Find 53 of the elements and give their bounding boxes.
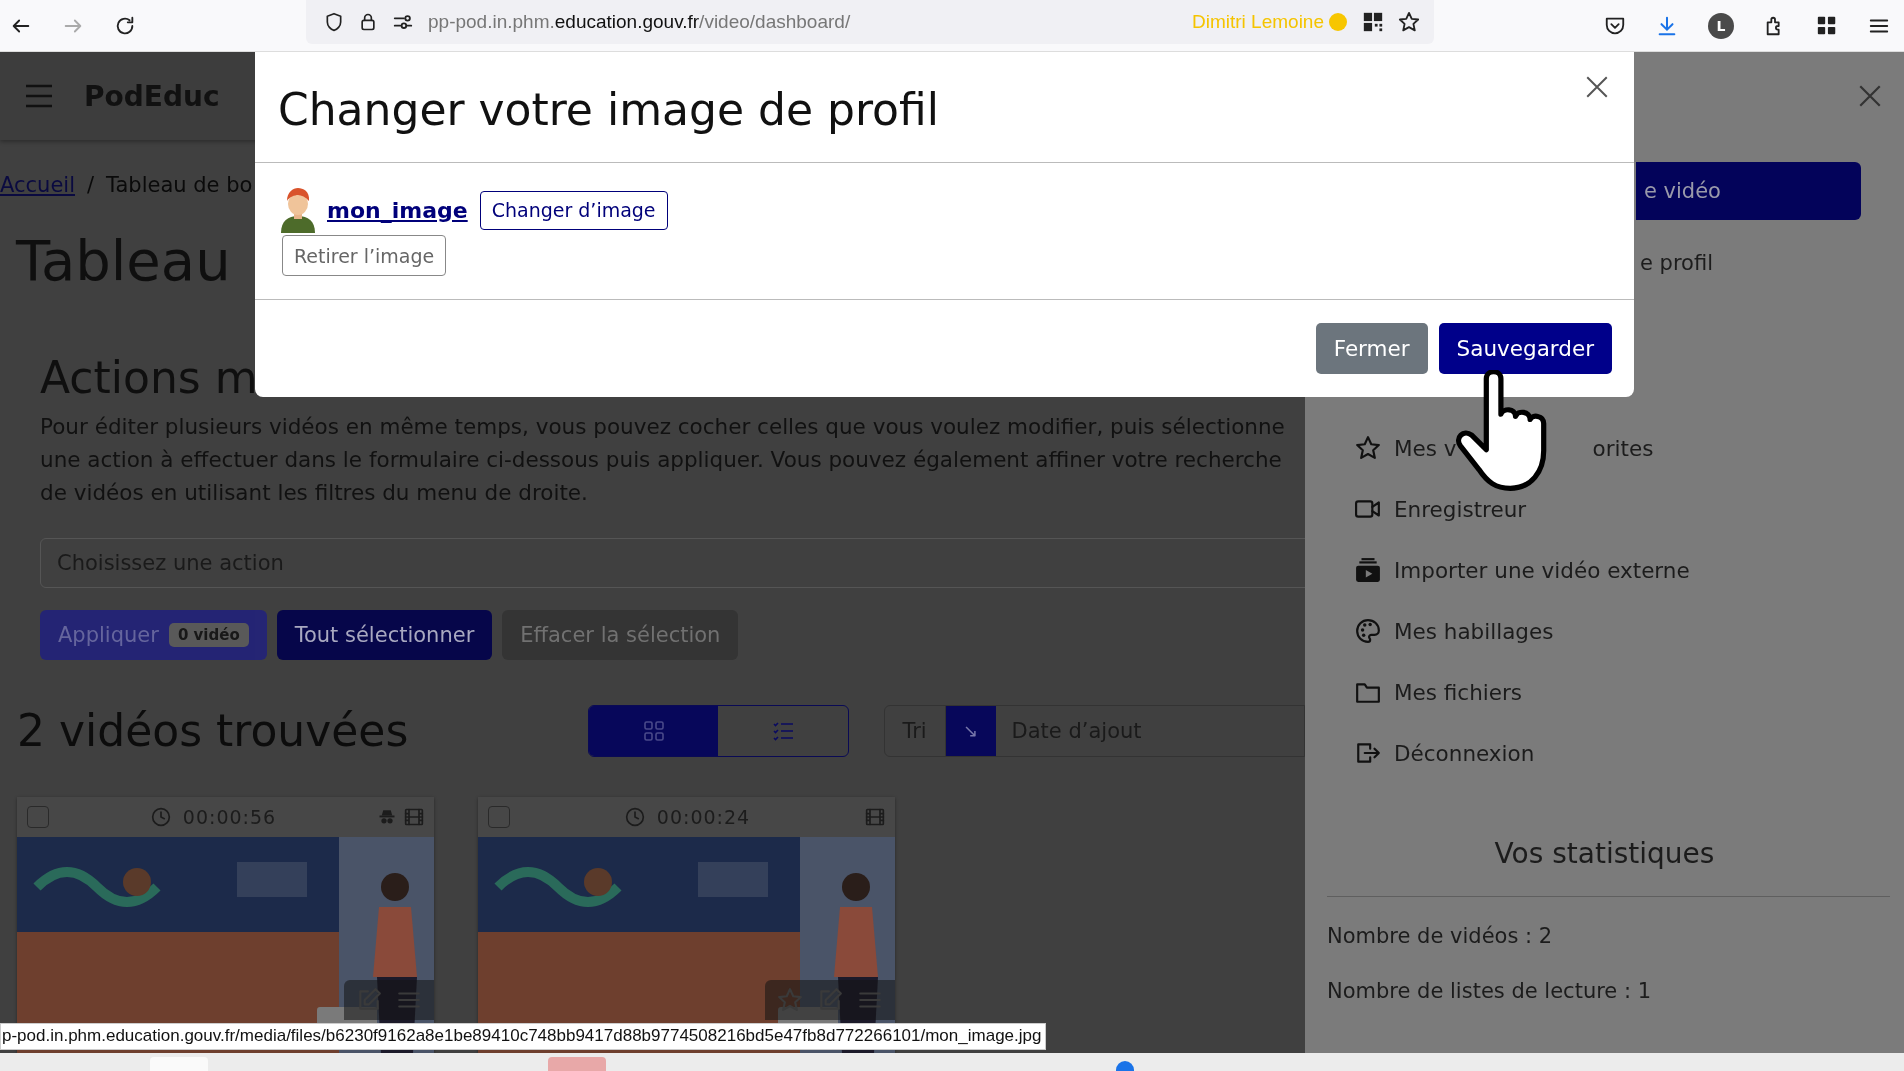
star-icon[interactable] xyxy=(777,987,803,1013)
checkbox[interactable] xyxy=(488,806,510,828)
status-dot-icon xyxy=(1328,11,1348,32)
menu-item[interactable]: Mes habillages xyxy=(1394,618,1554,644)
clock-icon xyxy=(150,807,171,827)
stats-title: Vos statistiques xyxy=(1493,837,1716,870)
film-icon xyxy=(865,807,885,827)
reload-icon[interactable] xyxy=(114,14,136,37)
menu-item[interactable]: Importer une vidéo externe xyxy=(1394,557,1690,583)
star-icon xyxy=(1355,435,1381,461)
close-icon[interactable] xyxy=(1584,74,1610,100)
menu-item[interactable]: Mes v xyxy=(1394,435,1457,461)
select-all-button[interactable]: Tout sélectionner xyxy=(276,610,493,660)
status-url: p-pod.in.phm.education.gouv.fr/media/files/b6230f9162a8e1be89410c748bb9417d88b9774508216bd5e47fb8d772266101/mon_image.jpg xyxy=(0,1023,1047,1050)
logout-icon xyxy=(1355,740,1381,766)
view-toggle-button[interactable] xyxy=(589,706,719,756)
add-video-button[interactable]: e vidéo xyxy=(1636,162,1861,220)
stats-line: Nombre de vidéos : 2 xyxy=(1327,923,1554,950)
palette-icon xyxy=(1355,618,1381,644)
bookmark-star-icon[interactable] xyxy=(1398,10,1420,33)
avatar-icon xyxy=(279,187,317,233)
address-bar[interactable]: pp-pod.in.phm.education.gouv.fr/video/dashboard/ Dimitri Lemoine xyxy=(306,0,1434,44)
shield-icon xyxy=(324,10,344,33)
close-button[interactable]: Fermer xyxy=(1315,323,1428,374)
count-badge: 0 vidéo xyxy=(168,623,249,647)
breadcrumb-separator: / xyxy=(87,173,95,197)
checkbox[interactable] xyxy=(27,806,49,828)
list-view-icon xyxy=(771,720,794,742)
grid-view-icon xyxy=(642,720,665,742)
file-link[interactable]: mon_image xyxy=(327,197,468,223)
remove-image-button[interactable]: Retirer l’image xyxy=(282,235,447,276)
account-avatar[interactable]: L xyxy=(1708,12,1734,39)
apps-grid-icon[interactable] xyxy=(1816,14,1838,37)
url-text: pp-pod.in.phm.education.gouv.fr/video/dashboard/ xyxy=(428,10,851,33)
edit-icon[interactable] xyxy=(356,987,382,1013)
profile-name: Dimitri Lemoine xyxy=(1192,10,1324,33)
sort-direction-button[interactable]: ↘ xyxy=(945,706,996,756)
edit-icon[interactable] xyxy=(817,987,843,1013)
menu-item[interactable]: Enregistreur xyxy=(1394,496,1527,522)
menu-item-text[interactable]: orites xyxy=(1592,435,1654,461)
clock-icon xyxy=(624,807,645,827)
film-icon xyxy=(404,807,424,827)
menu-item[interactable]: Déconnexion xyxy=(1394,740,1535,766)
profile-link[interactable]: e profil xyxy=(1640,251,1713,275)
stats-line: Nombre de listes de lecture : 1 xyxy=(1327,978,1653,1005)
close-icon[interactable] xyxy=(1857,83,1883,109)
menu-item[interactable]: Mes fichiers xyxy=(1394,679,1523,705)
save-button[interactable]: Sauvegarder xyxy=(1438,323,1612,374)
modal-title: Changer votre image de profil xyxy=(278,83,939,135)
download-icon[interactable] xyxy=(1656,14,1678,37)
video-stack-icon xyxy=(1355,557,1381,583)
change-image-button[interactable]: Changer d’image xyxy=(479,190,668,230)
qr-code-icon[interactable] xyxy=(1362,10,1384,33)
